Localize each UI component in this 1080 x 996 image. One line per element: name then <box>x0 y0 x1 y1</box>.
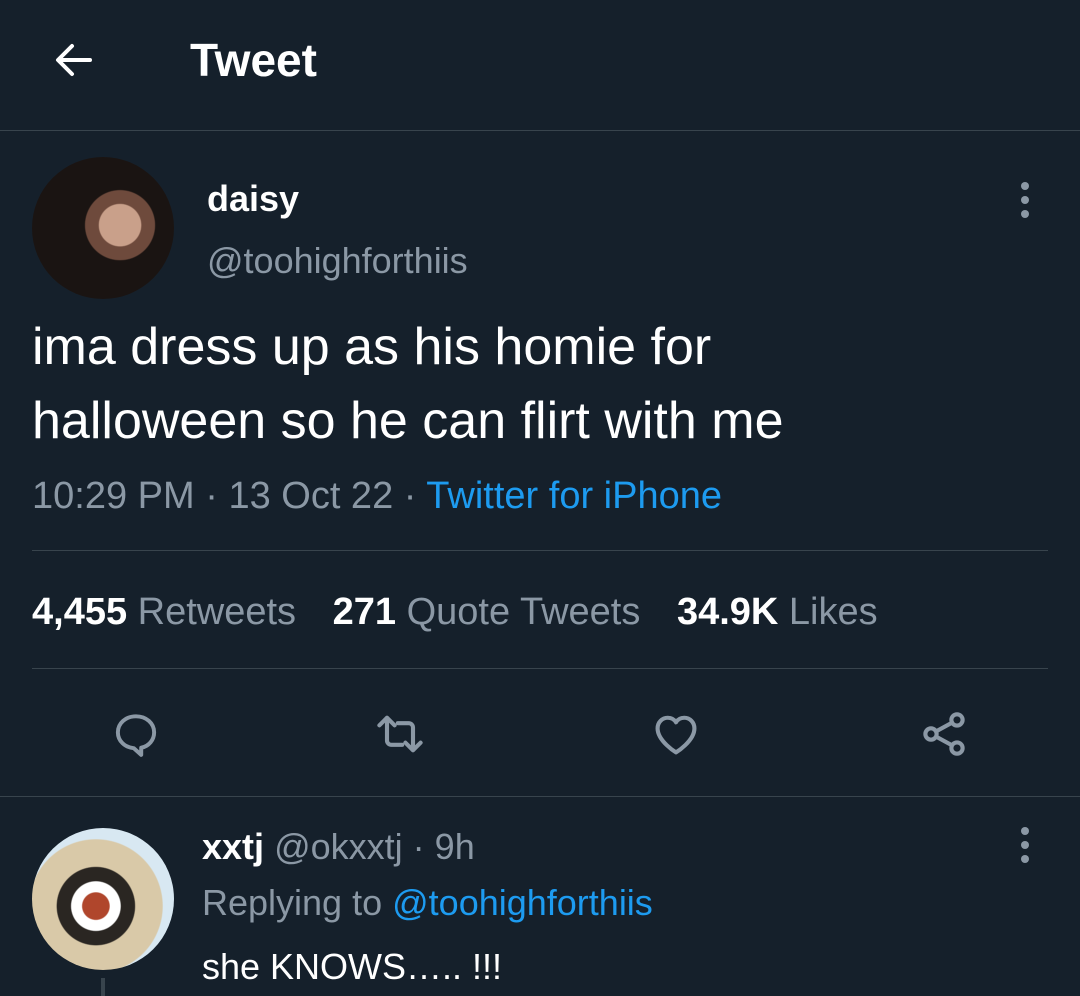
replying-prefix: Replying to <box>202 882 383 923</box>
retweets-label: Retweets <box>137 591 297 633</box>
arrow-left-icon <box>56 44 92 76</box>
tweet-metadata: 10:29 PM · 13 Oct 22 · Twitter for iPhon… <box>32 470 722 522</box>
reply-text: she KNOWS….. !!! <box>202 946 503 987</box>
author-handle[interactable]: @toohighforthiis <box>207 238 468 284</box>
more-vertical-icon <box>1021 827 1029 863</box>
tweet-date[interactable]: 13 Oct 22 <box>228 475 393 517</box>
retweets-stat[interactable]: 4,455 Retweets <box>32 591 307 633</box>
tweet-more-button[interactable] <box>1000 175 1050 225</box>
like-button[interactable] <box>646 704 706 764</box>
divider <box>0 796 1080 797</box>
reply-header: xxtj @okxxtj · 9h <box>202 824 475 870</box>
tweet-text: ima dress up as his homie for halloween … <box>32 318 784 450</box>
retweet-button[interactable] <box>370 704 430 764</box>
author-avatar[interactable] <box>32 157 174 299</box>
reply-author-avatar[interactable] <box>32 828 174 970</box>
top-bar: Tweet <box>0 0 1080 131</box>
likes-label: Likes <box>788 591 878 633</box>
likes-count: 34.9K <box>676 591 779 633</box>
tweet-source[interactable]: Twitter for iPhone <box>426 475 722 517</box>
reply-icon <box>115 714 157 757</box>
tweet-time[interactable]: 10:29 PM <box>32 475 195 517</box>
quotes-stat[interactable]: 271 Quote Tweets <box>333 591 651 633</box>
replying-to-mention[interactable]: @toohighforthiis <box>392 882 653 923</box>
reply-author-name[interactable]: xxtj <box>202 826 264 867</box>
reply-button[interactable] <box>106 704 166 764</box>
meta-separator: · <box>205 475 218 517</box>
divider <box>32 668 1048 669</box>
share-icon <box>923 712 965 756</box>
reply-more-button[interactable] <box>1000 820 1050 870</box>
back-button[interactable] <box>44 30 104 90</box>
more-vertical-icon <box>1021 182 1029 218</box>
retweets-count: 4,455 <box>32 591 128 633</box>
likes-stat[interactable]: 34.9K Likes <box>677 591 878 633</box>
replying-to: Replying to @toohighforthiis <box>202 880 653 926</box>
meta-separator: · <box>412 826 425 867</box>
thread-line <box>101 978 105 996</box>
tweet-stats: 4,455 Retweets 271 Quote Tweets 34.9K Li… <box>32 586 904 638</box>
divider <box>32 550 1048 551</box>
reply-age[interactable]: 9h <box>435 826 475 867</box>
like-icon <box>655 715 697 755</box>
reply-author-handle[interactable]: @okxxtj <box>274 826 403 867</box>
quotes-label: Quote Tweets <box>406 591 641 633</box>
meta-separator: · <box>403 475 417 517</box>
page-title: Tweet <box>190 34 317 86</box>
author-name[interactable]: daisy <box>207 176 299 222</box>
quotes-count: 271 <box>332 591 397 633</box>
share-button[interactable] <box>914 704 974 764</box>
retweet-icon <box>377 715 423 753</box>
